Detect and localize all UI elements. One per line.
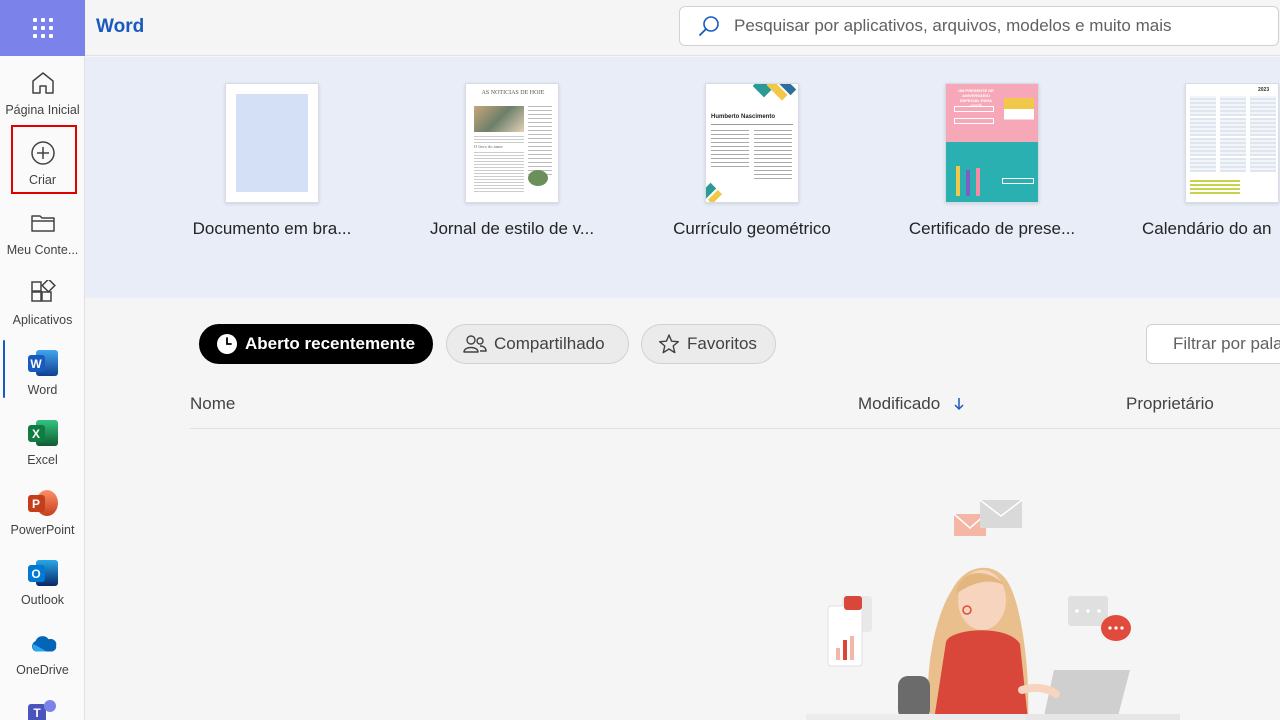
column-header-name[interactable]: Nome <box>190 394 235 414</box>
tab-label: Favoritos <box>687 334 757 353</box>
powerpoint-icon: P <box>27 489 58 517</box>
column-header-owner[interactable]: Proprietário <box>1126 394 1214 414</box>
template-name: Calendário do an <box>1142 219 1272 238</box>
empty-state-illustration <box>806 499 1180 720</box>
app-launcher-button[interactable] <box>0 0 85 56</box>
rail-item-label: OneDrive <box>16 663 69 677</box>
template-name: Jornal de estilo de v... <box>429 219 595 238</box>
column-header-modified[interactable]: Modificado <box>858 394 966 414</box>
template-name: Documento em bra... <box>192 219 352 238</box>
template-card-calendar[interactable]: 2023 Calendário do an <box>1142 83 1280 239</box>
template-thumbnail <box>225 83 319 203</box>
rail-item-label: PowerPoint <box>10 523 75 537</box>
thumb-heading: UM PRESENTE DE ANIVERSÁRIO ESPECIAL PARA… <box>958 88 994 108</box>
template-thumbnail: Humberto Nascimento <box>705 83 799 203</box>
outlook-icon: O <box>27 559 58 587</box>
thumb-heading: Humberto Nascimento <box>711 114 776 120</box>
rail-item-label: Página Inicial <box>5 103 80 117</box>
template-thumbnail: UM PRESENTE DE ANIVERSÁRIO ESPECIAL PARA… <box>945 83 1039 203</box>
template-name: Certificado de prese... <box>908 219 1076 238</box>
template-card-certificate[interactable]: UM PRESENTE DE ANIVERSÁRIO ESPECIAL PARA… <box>892 83 1092 239</box>
waffle-icon <box>32 18 53 38</box>
excel-icon: X <box>27 419 58 447</box>
template-card-blank[interactable]: Documento em bra... <box>172 83 372 239</box>
rail-item-apps[interactable]: Aplicativos <box>0 268 85 334</box>
rail-item-excel[interactable]: X Excel <box>0 408 85 474</box>
clock-icon <box>217 334 237 354</box>
rail-item-my-content[interactable]: Meu Conte... <box>0 198 85 264</box>
home-icon <box>31 72 54 94</box>
teams-icon[interactable]: T <box>28 700 58 720</box>
template-card-newsletter[interactable]: AS NOTÍCIAS DE HOJE O livro do amor Jorn… <box>412 83 612 239</box>
people-icon <box>463 335 487 353</box>
tab-label: Compartilhado <box>494 334 605 353</box>
tab-favorites[interactable]: Favoritos <box>641 324 776 364</box>
rail-item-home[interactable]: Página Inicial <box>0 58 85 124</box>
thumb-heading: 2023 <box>1258 87 1270 93</box>
template-thumbnail: AS NOTÍCIAS DE HOJE O livro do amor <box>465 83 559 203</box>
rail-item-label: Outlook <box>20 593 65 607</box>
rail-item-label: Meu Conte... <box>6 243 79 257</box>
tab-recently-opened[interactable]: Aberto recentemente <box>199 324 433 364</box>
rail-item-outlook[interactable]: O Outlook <box>0 548 85 614</box>
apps-icon <box>30 280 56 302</box>
template-thumbnail: 2023 <box>1185 83 1279 203</box>
templates-band: Documento em bra... AS NOTÍCIAS DE HOJE … <box>85 57 1280 298</box>
thumb-heading: AS NOTÍCIAS DE HOJE <box>481 90 545 96</box>
app-title[interactable]: Word <box>96 16 144 38</box>
template-card-resume[interactable]: Humberto Nascimento Currículo geométrico <box>652 83 852 239</box>
search-icon <box>699 16 719 36</box>
rail-item-label: Aplicativos <box>12 313 73 327</box>
rail-item-label: Excel <box>27 453 58 467</box>
word-icon: W <box>27 349 58 377</box>
search-input[interactable] <box>734 16 1254 36</box>
filter-input[interactable] <box>1173 334 1280 354</box>
onedrive-icon <box>31 636 56 652</box>
tab-label: Aberto recentemente <box>245 334 416 353</box>
thumb-subheading: O livro do amor <box>474 144 503 149</box>
star-icon <box>659 334 679 354</box>
filter-box[interactable] <box>1146 324 1280 364</box>
top-bar: Word <box>0 0 1280 56</box>
create-highlight-box <box>11 125 77 194</box>
tab-shared[interactable]: Compartilhado <box>446 324 629 364</box>
rail-item-onedrive[interactable]: OneDrive <box>0 618 85 684</box>
template-name: Currículo geométrico <box>673 219 831 238</box>
rail-item-powerpoint[interactable]: P PowerPoint <box>0 478 85 544</box>
header-divider <box>190 428 1280 429</box>
rail-item-word[interactable]: W Word <box>0 338 85 404</box>
search-box[interactable] <box>679 6 1279 46</box>
arrow-down-icon <box>954 398 964 411</box>
folder-icon <box>30 215 55 232</box>
column-header-label: Modificado <box>858 394 941 413</box>
rail-item-label: Word <box>27 383 58 397</box>
